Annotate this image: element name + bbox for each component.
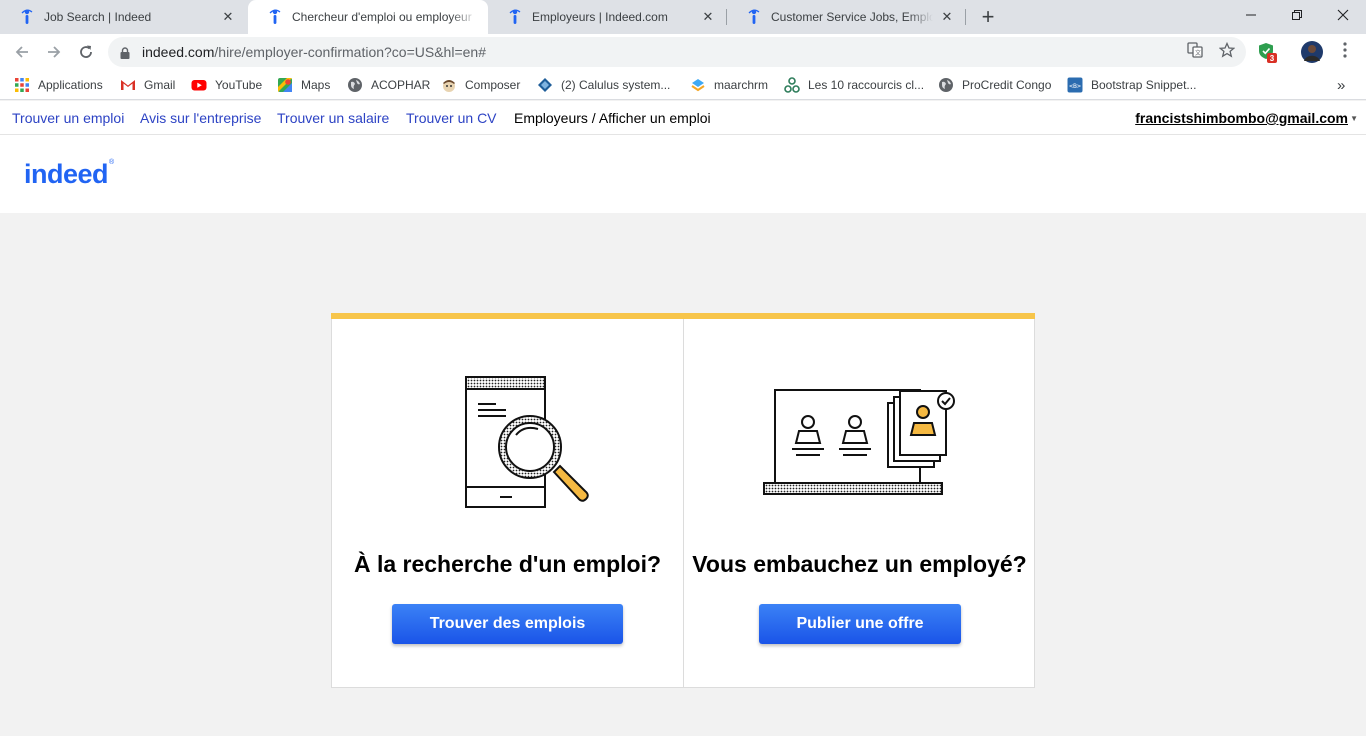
bookmark-youtube[interactable]: YouTube [191, 75, 262, 95]
new-tab-button[interactable]: + [976, 4, 1000, 29]
job-seeker-heading: À la recherche d'un emploi? [353, 551, 662, 577]
bookmark-label: ProCredit Congo [962, 78, 1052, 92]
calulus-icon [537, 77, 553, 93]
indeed-favicon [20, 9, 34, 25]
bookmarks-overflow-button[interactable]: » [1337, 75, 1345, 95]
translate-icon[interactable]: 文 [1186, 41, 1204, 59]
bookmark-label: Gmail [144, 78, 176, 92]
tab-title: Customer Service Jobs, Employment [771, 10, 933, 24]
globe-icon [938, 77, 954, 93]
youtube-icon [191, 77, 207, 93]
employer-heading: Vous embauchez un employé? [692, 551, 1027, 577]
svg-text:文: 文 [1195, 49, 1201, 57]
hiring-board-icon [763, 389, 955, 495]
share-icon [784, 77, 800, 93]
tab-customer-service[interactable]: Customer Service Jobs, Employment ✕ [727, 0, 965, 34]
maarchrm-icon [690, 77, 706, 93]
apps-grid-icon [14, 77, 30, 93]
tab-employeurs[interactable]: Employeurs | Indeed.com ✕ [488, 0, 726, 34]
logo-text: indeed [24, 159, 109, 189]
reload-button[interactable] [74, 40, 98, 64]
back-button[interactable] [10, 40, 34, 64]
tab-job-search[interactable]: Job Search | Indeed ✕ [0, 0, 246, 34]
bookmark-raccourcis[interactable]: Les 10 raccourcis cl... [784, 75, 924, 95]
find-jobs-button[interactable]: Trouver des emplois [392, 604, 623, 644]
bookmark-procredit[interactable]: ProCredit Congo [938, 75, 1051, 95]
address-bar[interactable]: indeed.com/hire/employer-confirmation?co… [108, 37, 1246, 67]
bookmark-label: ACOPHAR [371, 78, 431, 92]
reload-icon [80, 45, 92, 58]
bookmarks-bar: Applications Gmail YouTube Maps ACOPHAR … [0, 70, 1366, 100]
composer-icon [441, 77, 457, 93]
bootstrap-icon: <B> [1067, 77, 1083, 93]
close-tab-icon[interactable]: ✕ [700, 9, 716, 25]
indeed-favicon [747, 9, 761, 25]
nav-trouver-emploi[interactable]: Trouver un emploi [12, 110, 124, 126]
shield-extension-icon[interactable]: 3 [1258, 42, 1278, 63]
indeed-favicon [268, 9, 282, 25]
bookmark-label: (2) Calulus system... [561, 78, 671, 92]
bookmark-label: Applications [38, 78, 103, 92]
close-tab-icon[interactable]: ✕ [220, 9, 236, 25]
minimize-icon [1246, 14, 1256, 16]
bookmark-composer[interactable]: Composer [441, 75, 520, 95]
close-icon [1337, 9, 1349, 21]
nav-employeurs[interactable]: Employeurs / Afficher un emploi [514, 110, 711, 126]
tab-chercheur[interactable]: Chercheur d'emploi ou employeur [248, 0, 488, 34]
lock-icon [120, 46, 130, 59]
gmail-icon [120, 77, 136, 93]
choice-panel: À la recherche d'un emploi? Trouver des … [331, 313, 1035, 688]
nav-trouver-cv[interactable]: Trouver un CV [406, 110, 497, 126]
close-tab-icon[interactable]: ✕ [939, 9, 955, 25]
extension-badge: 3 [1270, 54, 1275, 63]
tab-title: Chercheur d'emploi ou employeur [292, 10, 472, 24]
svg-text:<B>: <B> [1069, 82, 1081, 90]
bookmark-label: YouTube [215, 78, 263, 92]
nav-trouver-salaire[interactable]: Trouver un salaire [277, 110, 389, 126]
tab-title: Employeurs | Indeed.com [532, 10, 668, 24]
bookmark-bootstrap[interactable]: <B> Bootstrap Snippet... [1067, 75, 1196, 95]
bookmark-gmail[interactable]: Gmail [120, 75, 175, 95]
tab-title: Job Search | Indeed [44, 10, 152, 24]
account-email[interactable]: francistshimbombo@gmail.com [1135, 110, 1348, 126]
bookmark-label: Les 10 raccourcis cl... [808, 78, 925, 92]
browser-toolbar: indeed.com/hire/employer-confirmation?co… [0, 34, 1366, 70]
maps-icon [277, 77, 293, 93]
tab-strip: Job Search | Indeed ✕ Chercheur d'emploi… [0, 0, 1366, 34]
globe-icon [347, 77, 363, 93]
employer-card: Vous embauchez un employé? Publier une o… [684, 319, 1035, 687]
indeed-logo[interactable]: indeed® [24, 159, 114, 190]
post-job-button[interactable]: Publier une offre [759, 604, 961, 644]
bookmark-calulus[interactable]: (2) Calulus system... [537, 75, 670, 95]
site-nav: Trouver un emploi Avis sur l'entreprise … [0, 101, 1366, 135]
tab-separator [965, 9, 966, 25]
arrow-right-icon [48, 46, 61, 58]
site-header: indeed® [0, 135, 1366, 213]
url-path: /hire/employer-confirmation?co=US&hl=en# [214, 44, 486, 60]
bookmark-label: maarchrm [714, 78, 769, 92]
bookmark-applications[interactable]: Applications [14, 75, 103, 95]
url-host: indeed.com [142, 44, 215, 60]
job-seeker-card: À la recherche d'un emploi? Trouver des … [332, 319, 683, 687]
bookmark-acophar[interactable]: ACOPHAR [347, 75, 430, 95]
forward-button[interactable] [42, 40, 66, 64]
kebab-menu-icon[interactable] [1336, 41, 1354, 59]
avatar[interactable] [1301, 41, 1323, 63]
indeed-favicon [508, 9, 522, 25]
bookmark-star-icon[interactable] [1218, 41, 1236, 59]
minimize-button[interactable] [1228, 0, 1274, 30]
phone-magnifier-icon [465, 376, 589, 508]
restore-button[interactable] [1274, 0, 1320, 30]
bookmark-maps[interactable]: Maps [277, 75, 330, 95]
restore-icon [1292, 10, 1302, 20]
bookmark-label: Composer [465, 78, 521, 92]
bookmark-label: Bootstrap Snippet... [1091, 78, 1197, 92]
logo-reg: ® [109, 159, 114, 166]
nav-avis-entreprise[interactable]: Avis sur l'entreprise [140, 110, 261, 126]
arrow-left-icon [15, 46, 28, 58]
bookmark-label: Maps [301, 78, 331, 92]
chevron-down-icon[interactable]: ▼ [1350, 114, 1358, 123]
bookmark-maarchrm[interactable]: maarchrm [690, 75, 768, 95]
close-window-button[interactable] [1320, 0, 1366, 30]
